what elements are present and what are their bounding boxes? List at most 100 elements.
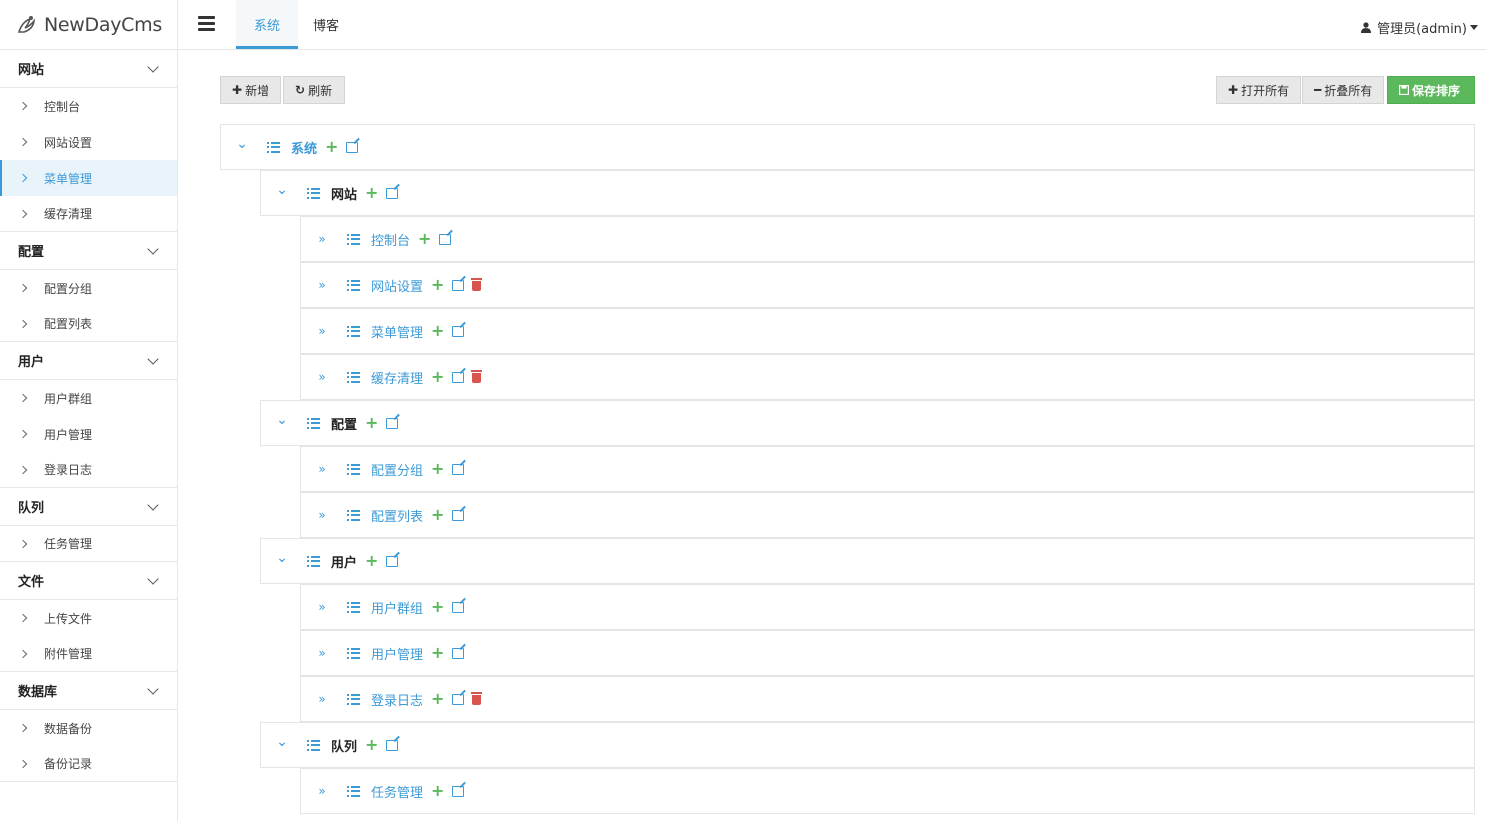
tree-node-label[interactable]: 用户群组 (371, 598, 423, 617)
expand-all-button[interactable]: ✚ 打开所有 (1216, 76, 1302, 104)
sidebar-item[interactable]: 用户群组 (0, 380, 177, 416)
expand-icon[interactable]: » (311, 324, 333, 338)
sidebar-item[interactable]: 菜单管理 (0, 160, 177, 196)
edit-icon[interactable] (439, 233, 452, 245)
tree-node-label[interactable]: 网站设置 (371, 276, 423, 295)
trash-icon[interactable] (471, 370, 483, 383)
edit-icon[interactable] (452, 325, 465, 337)
sidebar-item[interactable]: 控制台 (0, 88, 177, 124)
tree-node-label[interactable]: 任务管理 (371, 782, 423, 801)
tree-node-label[interactable]: 系统 (291, 138, 317, 157)
add-child-icon[interactable]: + (431, 369, 444, 385)
tree-node-label[interactable]: 菜单管理 (371, 322, 423, 341)
add-child-icon[interactable]: + (325, 139, 338, 155)
tree-node-label[interactable]: 控制台 (371, 230, 410, 249)
sidebar-item[interactable]: 用户管理 (0, 416, 177, 452)
tree-node-label[interactable]: 缓存清理 (371, 368, 423, 387)
expand-icon[interactable]: » (311, 600, 333, 614)
tree-node[interactable]: ⌄ 配置 + (260, 400, 1475, 446)
collapse-icon[interactable]: ⌄ (231, 136, 253, 152)
tree-node[interactable]: » 网站设置 + (300, 262, 1475, 308)
tree-node[interactable]: » 登录日志 + (300, 676, 1475, 722)
sidebar-item[interactable]: 备份记录 (0, 746, 177, 782)
expand-icon[interactable]: » (311, 784, 333, 798)
add-child-icon[interactable]: + (431, 507, 444, 523)
sidebar-item[interactable]: 配置列表 (0, 306, 177, 342)
tree-node[interactable]: » 配置分组 + (300, 446, 1475, 492)
add-child-icon[interactable]: + (431, 783, 444, 799)
trash-icon[interactable] (471, 278, 483, 291)
tree-node-label[interactable]: 配置 (331, 414, 357, 433)
expand-icon[interactable]: » (311, 692, 333, 706)
user-menu[interactable]: 管理员(admin) (1361, 18, 1478, 37)
edit-icon[interactable] (452, 601, 465, 613)
tree-node[interactable]: ⌄ 用户 + (260, 538, 1475, 584)
expand-icon[interactable]: » (311, 646, 333, 660)
add-child-icon[interactable]: + (431, 645, 444, 661)
tree-node[interactable]: » 配置列表 + (300, 492, 1475, 538)
edit-icon[interactable] (346, 141, 359, 153)
tree-node-label[interactable]: 用户管理 (371, 644, 423, 663)
edit-icon[interactable] (386, 555, 399, 567)
collapse-icon[interactable]: ⌄ (271, 412, 293, 428)
tree-node-label[interactable]: 网站 (331, 184, 357, 203)
expand-icon[interactable]: » (311, 278, 333, 292)
expand-icon[interactable]: » (311, 508, 333, 522)
logo[interactable]: NewDayCms (0, 0, 178, 50)
edit-icon[interactable] (452, 785, 465, 797)
sidebar-item[interactable]: 登录日志 (0, 452, 177, 488)
add-child-icon[interactable]: + (365, 415, 378, 431)
collapse-icon[interactable]: ⌄ (271, 550, 293, 566)
tab-blog[interactable]: 博客 (295, 0, 357, 49)
sidebar-item[interactable]: 网站设置 (0, 124, 177, 160)
tree-node[interactable]: ⌄ 队列 + (260, 722, 1475, 768)
edit-icon[interactable] (386, 187, 399, 199)
menu-toggle-icon[interactable] (198, 16, 215, 31)
tree-node[interactable]: » 控制台 + (300, 216, 1475, 262)
sidebar-group-header[interactable]: 网站 (0, 50, 177, 88)
tree-node[interactable]: » 用户管理 + (300, 630, 1475, 676)
add-child-icon[interactable]: + (431, 323, 444, 339)
sidebar-item[interactable]: 缓存清理 (0, 196, 177, 232)
expand-icon[interactable]: » (311, 232, 333, 246)
tree-node[interactable]: » 任务管理 + (300, 768, 1475, 814)
collapse-all-button[interactable]: ━ 折叠所有 (1302, 76, 1385, 104)
add-child-icon[interactable]: + (418, 231, 431, 247)
sidebar-item[interactable]: 配置分组 (0, 270, 177, 306)
edit-icon[interactable] (452, 509, 465, 521)
edit-icon[interactable] (386, 739, 399, 751)
trash-icon[interactable] (471, 692, 483, 705)
add-child-icon[interactable]: + (365, 553, 378, 569)
add-child-icon[interactable]: + (365, 185, 378, 201)
tree-node-label[interactable]: 配置分组 (371, 460, 423, 479)
expand-icon[interactable]: » (311, 370, 333, 384)
add-child-icon[interactable]: + (365, 737, 378, 753)
edit-icon[interactable] (452, 279, 465, 291)
edit-icon[interactable] (452, 693, 465, 705)
sidebar-group-header[interactable]: 数据库 (0, 672, 177, 710)
edit-icon[interactable] (452, 463, 465, 475)
collapse-icon[interactable]: ⌄ (271, 734, 293, 750)
sidebar-item[interactable]: 附件管理 (0, 636, 177, 672)
sidebar-group-header[interactable]: 队列 (0, 488, 177, 526)
sidebar-item[interactable]: 数据备份 (0, 710, 177, 746)
add-child-icon[interactable]: + (431, 277, 444, 293)
save-order-button[interactable]: 保存排序 (1387, 76, 1475, 104)
collapse-icon[interactable]: ⌄ (271, 182, 293, 198)
tree-node-label[interactable]: 用户 (331, 552, 357, 571)
edit-icon[interactable] (452, 647, 465, 659)
sidebar-group-header[interactable]: 文件 (0, 562, 177, 600)
tree-node-label[interactable]: 登录日志 (371, 690, 423, 709)
tree-node[interactable]: ⌄ 网站 + (260, 170, 1475, 216)
tree-node[interactable]: » 缓存清理 + (300, 354, 1475, 400)
refresh-button[interactable]: ↻ 刷新 (283, 76, 345, 104)
edit-icon[interactable] (386, 417, 399, 429)
expand-icon[interactable]: » (311, 462, 333, 476)
tab-system[interactable]: 系统 (236, 0, 299, 49)
tree-node-label[interactable]: 配置列表 (371, 506, 423, 525)
tree-node[interactable]: ⌄ 系统 + (220, 124, 1475, 170)
tree-node[interactable]: » 菜单管理 + (300, 308, 1475, 354)
tree-node[interactable]: » 用户群组 + (300, 584, 1475, 630)
sidebar-item[interactable]: 上传文件 (0, 600, 177, 636)
add-child-icon[interactable]: + (431, 461, 444, 477)
